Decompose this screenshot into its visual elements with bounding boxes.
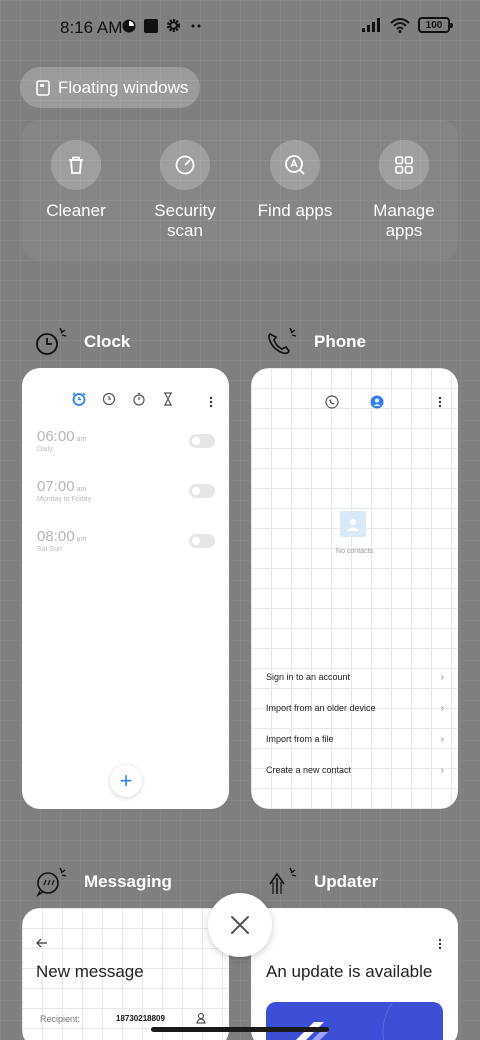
wifi-icon	[390, 17, 410, 33]
cleaner-label: Cleaner	[46, 201, 106, 220]
update-available-title: An update is available	[266, 962, 433, 981]
timer-tab-icon[interactable]	[162, 392, 174, 406]
gear-icon	[166, 18, 181, 33]
back-arrow-icon[interactable]	[36, 938, 48, 948]
shield-scan-icon	[175, 155, 195, 175]
more-options-icon[interactable]	[209, 396, 213, 408]
updater-app-icon	[269, 867, 297, 894]
recipient-value[interactable]: 18730218809	[116, 1014, 165, 1023]
battery-indicator: 100	[418, 17, 453, 33]
phone-app-name: Phone	[314, 332, 366, 351]
stopwatch-tab-icon[interactable]	[132, 392, 146, 406]
import-older-device-option[interactable]: Import from an older device ›	[266, 703, 444, 714]
security-scan-label: Security scan	[154, 201, 216, 240]
status-time: 8:16 AM	[60, 18, 123, 37]
app-notification-icon	[122, 19, 136, 32]
alarm-repeat: Daily	[37, 446, 53, 453]
import-file-option[interactable]: Import from a file ›	[266, 734, 444, 745]
updater-app-name: Updater	[314, 872, 379, 891]
more-options-icon[interactable]	[438, 396, 442, 408]
updater-app-card[interactable]: An update is available	[251, 908, 458, 1040]
world-clock-tab-icon[interactable]	[102, 392, 116, 406]
floating-windows-button[interactable]: Floating windows	[20, 67, 200, 108]
security-scan-button[interactable]: Security scan	[130, 140, 240, 241]
phone-app-icon	[268, 327, 297, 355]
recipient-label: Recipient:	[40, 1014, 81, 1024]
alarm-time: 06:00	[37, 428, 75, 445]
contact-picker-icon[interactable]	[196, 1012, 206, 1024]
trash-icon	[69, 156, 83, 174]
cleaner-button[interactable]: Cleaner	[21, 140, 131, 221]
new-message-title: New message	[36, 962, 144, 981]
sign-in-option[interactable]: Sign in to an account ›	[266, 672, 444, 683]
square-notification-icon	[144, 18, 158, 33]
floating-window-icon	[36, 79, 50, 96]
floating-windows-label: Floating windows	[58, 77, 189, 97]
add-alarm-button[interactable]: +	[110, 765, 142, 797]
chevron-right-icon: ›	[440, 703, 444, 714]
phone-app-card[interactable]: No contacts Sign in to an account › Impor…	[251, 368, 458, 809]
home-indicator[interactable]	[151, 1027, 329, 1032]
chevron-right-icon: ›	[440, 765, 444, 776]
alarm-repeat: Sat Sun	[37, 546, 62, 553]
manage-apps-button[interactable]: Manage apps	[349, 140, 459, 241]
find-apps-icon	[285, 155, 305, 175]
chevron-right-icon: ›	[440, 672, 444, 683]
alarm-item[interactable]: 06:00 am Daily	[37, 428, 215, 464]
find-apps-label: Find apps	[257, 201, 333, 220]
alarm-toggle[interactable]	[189, 534, 215, 548]
clock-app-icon	[36, 327, 67, 355]
messaging-app-icon	[36, 867, 67, 897]
more-options-icon[interactable]	[438, 938, 442, 950]
alarm-toggle[interactable]	[189, 434, 215, 448]
create-contact-option[interactable]: Create a new contact ›	[266, 765, 444, 776]
no-contacts-label: No contacts	[336, 548, 373, 555]
signal-icon	[362, 18, 380, 32]
clock-app-card[interactable]: 06:00 am Daily 07:00 am Monday to Friday 0…	[22, 368, 229, 809]
update-banner[interactable]	[266, 1002, 443, 1040]
chevron-right-icon: ›	[440, 734, 444, 745]
phone-app-header[interactable]: Phone	[262, 324, 366, 360]
alarm-tab-icon[interactable]	[72, 392, 86, 406]
status-bar: 8:16 AM 100	[0, 0, 480, 56]
contacts-tab-icon[interactable]	[370, 395, 384, 409]
alarm-time: 08:00	[37, 528, 75, 545]
messaging-app-name: Messaging	[84, 872, 172, 891]
clock-tabs	[72, 392, 174, 406]
system-icons: 100	[362, 17, 453, 33]
clock-app-header[interactable]: Clock	[32, 324, 130, 360]
quick-tools-panel: Cleaner Security scan Find apps Manage a…	[22, 120, 458, 260]
manage-apps-label: Manage apps	[373, 201, 435, 240]
recents-tab-icon[interactable]	[325, 395, 339, 409]
notification-icons	[122, 18, 203, 33]
empty-contacts-icon	[340, 511, 366, 537]
close-icon	[231, 916, 249, 934]
find-apps-button[interactable]: Find apps	[240, 140, 350, 221]
grid-icon	[395, 156, 413, 174]
clock-app-name: Clock	[84, 332, 131, 351]
alarm-item[interactable]: 08:00 am Sat Sun	[37, 528, 215, 564]
alarm-toggle[interactable]	[189, 484, 215, 498]
alarm-repeat: Monday to Friday	[37, 496, 92, 503]
messaging-app-card[interactable]: New message Recipient: 18730218809	[22, 908, 229, 1040]
alarm-time: 07:00	[37, 478, 75, 495]
messaging-app-header[interactable]: Messaging	[32, 864, 172, 900]
more-dots-icon	[191, 24, 201, 27]
updater-app-header[interactable]: Updater	[262, 864, 378, 900]
alarm-item[interactable]: 07:00 am Monday to Friday	[37, 478, 215, 514]
close-all-button[interactable]	[208, 893, 272, 957]
